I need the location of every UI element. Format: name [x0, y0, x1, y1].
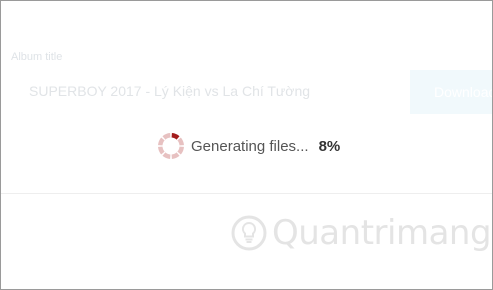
album-title-label: Album title: [11, 51, 63, 63]
status-percent: 8%: [318, 137, 341, 155]
page-frame: Album title Download Generating files...…: [0, 0, 493, 290]
album-title-input[interactable]: [10, 71, 406, 111]
watermark: Quantrimang: [230, 213, 492, 253]
spinner-segment: [177, 137, 184, 146]
spinner-segment: [162, 133, 171, 140]
spinner-segment: [162, 152, 171, 159]
lightbulb-logo-icon: [231, 215, 267, 251]
spinner-segment: [171, 152, 180, 159]
spinner-segment: [158, 137, 165, 146]
status-text: Generating files...: [191, 137, 309, 155]
spinner-segment: [158, 146, 165, 155]
spinner-segment: [177, 146, 184, 155]
loading-spinner-icon: [158, 133, 184, 159]
download-button[interactable]: Download: [410, 70, 492, 114]
spinner-segment: [171, 133, 180, 140]
download-panel: Album title Download Generating files...…: [1, 1, 492, 194]
generating-status: Generating files... 8%: [157, 131, 340, 161]
watermark-text: Quantrimang: [272, 213, 492, 253]
